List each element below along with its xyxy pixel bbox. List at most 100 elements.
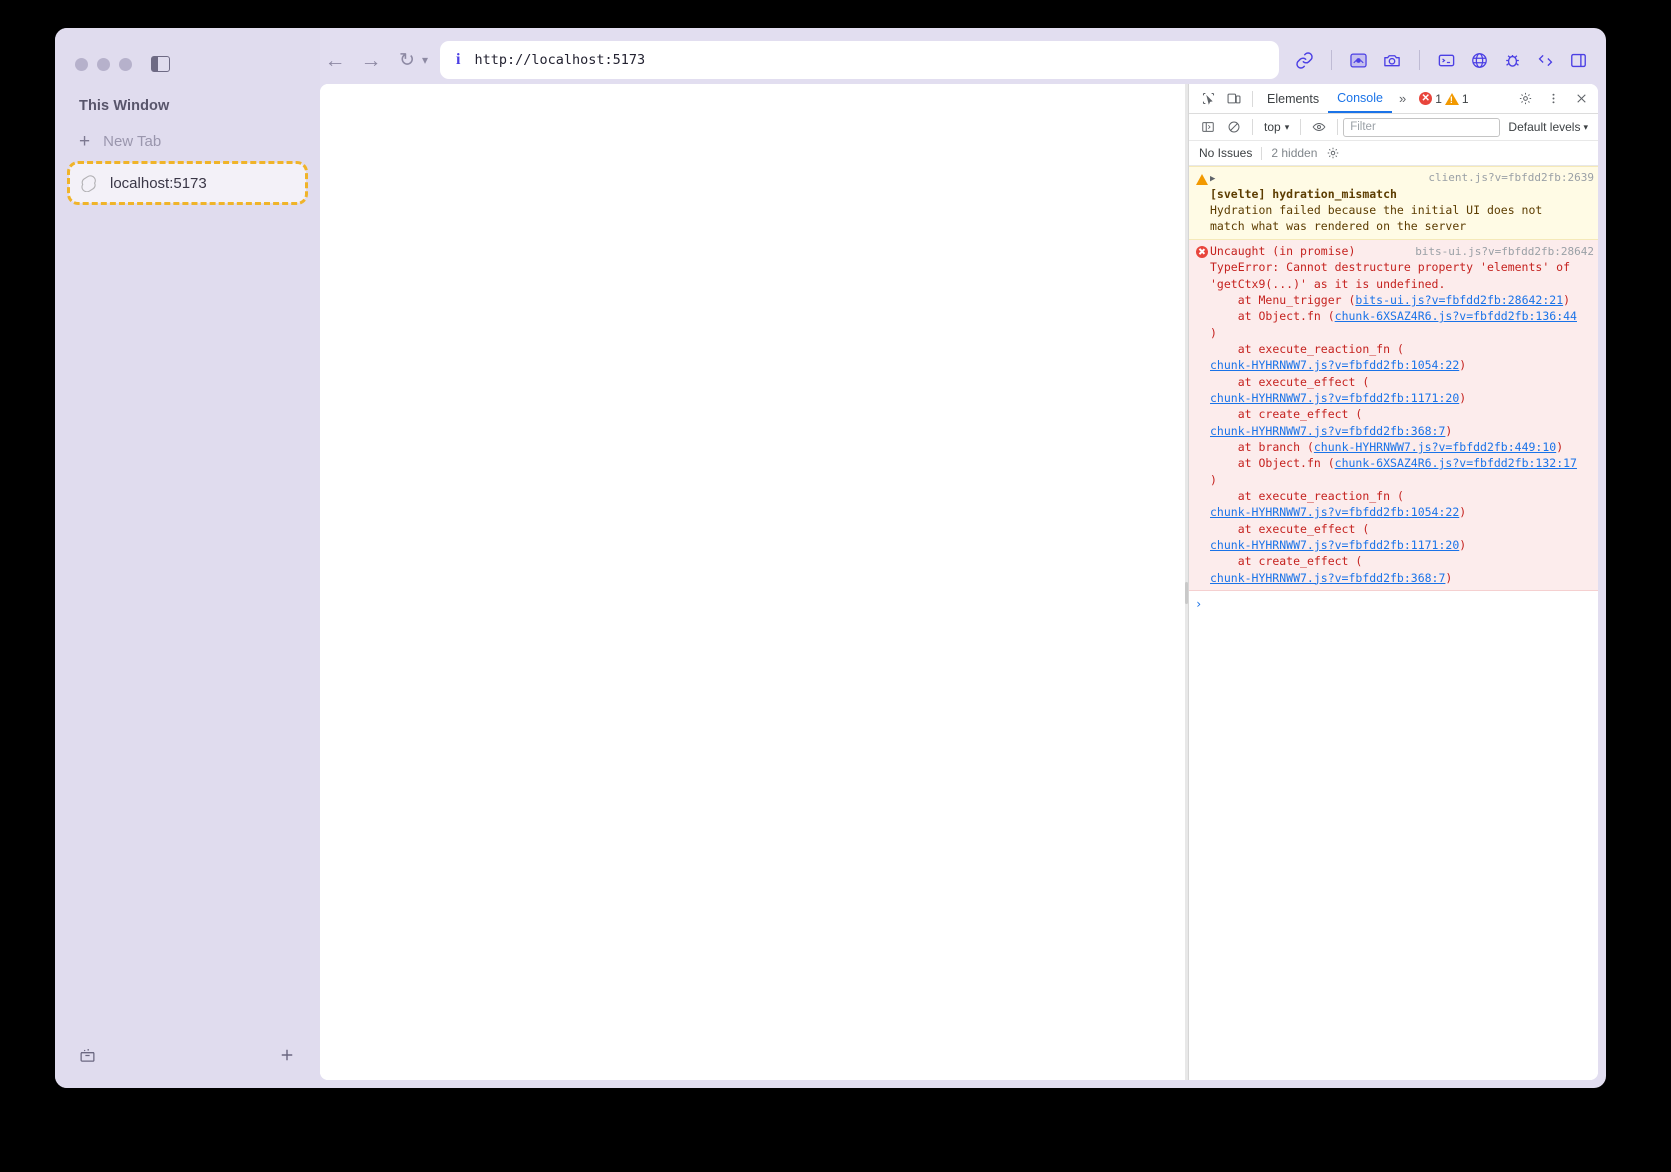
console-settings-icon[interactable]	[1326, 146, 1340, 160]
close-icon[interactable]	[1568, 87, 1594, 111]
divider	[1261, 146, 1263, 160]
back-button[interactable]: ←	[320, 50, 350, 71]
sidebar-toggle-icon[interactable]	[151, 56, 170, 72]
minimize-window-button[interactable]	[97, 57, 110, 71]
tab-title: localhost:5173	[110, 174, 207, 192]
error-header: Uncaught (in promise) bits-ui.js?v=fbfdd…	[1210, 243, 1594, 260]
inspect-element-icon[interactable]	[1195, 87, 1221, 111]
stack-frame-link[interactable]: chunk-HYHRNWW7.js?v=fbfdd2fb:1054:22	[1210, 358, 1459, 372]
url-text: http://localhost:5173	[474, 52, 646, 68]
devtools-tabbar: Elements Console » ✕ 1 1	[1189, 84, 1598, 114]
levels-label: Default levels	[1508, 120, 1581, 134]
gear-icon[interactable]	[1512, 87, 1538, 111]
content-area: Elements Console » ✕ 1 1	[320, 84, 1598, 1080]
screenshot-camera-icon[interactable]	[1382, 51, 1402, 70]
error-count: 1	[1435, 91, 1442, 106]
stack-frame-link[interactable]: chunk-6XSAZ4R6.js?v=fbfdd2fb:132:17	[1335, 456, 1577, 470]
warning-icon	[1444, 92, 1459, 105]
split-view-icon[interactable]	[1536, 51, 1555, 70]
svelte-icon	[81, 174, 96, 192]
chevron-down-icon: ▾	[1284, 121, 1290, 132]
link-icon[interactable]	[1295, 51, 1314, 70]
error-title: Uncaught (in promise)	[1210, 243, 1356, 258]
stack-frame-link[interactable]: chunk-HYHRNWW7.js?v=fbfdd2fb:368:7	[1210, 571, 1445, 585]
new-tab-button[interactable]: + New Tab	[55, 114, 320, 151]
info-icon[interactable]: i	[456, 51, 460, 69]
console-filter-input[interactable]	[1343, 117, 1501, 137]
console-message-warning[interactable]: ▶ client.js?v=fbfdd2fb:2639 [svelte] hyd…	[1189, 166, 1598, 240]
terminal-icon[interactable]	[1437, 51, 1456, 70]
console-prompt[interactable]: ›	[1189, 591, 1598, 618]
divider	[1300, 119, 1302, 135]
devtools-panel: Elements Console » ✕ 1 1	[1188, 84, 1598, 1080]
warning-title: [svelte] hydration_mismatch	[1210, 186, 1397, 201]
hidden-messages-count[interactable]: 2 hidden	[1271, 146, 1317, 160]
issues-bar: No Issues 2 hidden	[1189, 141, 1598, 166]
new-tab-label: New Tab	[103, 133, 162, 150]
warning-count: 1	[1461, 91, 1469, 106]
reload-button[interactable]: ↻	[392, 51, 422, 70]
stack-frame-link[interactable]: chunk-HYHRNWW7.js?v=fbfdd2fb:449:10	[1314, 440, 1556, 454]
issues-status[interactable]: No Issues	[1199, 146, 1252, 160]
extension-icon[interactable]	[1349, 51, 1368, 70]
url-bar[interactable]: i http://localhost:5173	[440, 41, 1279, 79]
maximize-window-button[interactable]	[119, 57, 132, 71]
expand-arrow-icon[interactable]: ▶	[1210, 173, 1219, 186]
globe-icon[interactable]	[1470, 51, 1489, 70]
browser-main-pane: ← → ↻ ▾ i http://localhost:5173 Elements…	[320, 28, 1606, 1088]
context-label: top	[1264, 120, 1281, 134]
divider	[1337, 119, 1339, 135]
stack-frame-link[interactable]: chunk-6XSAZ4R6.js?v=fbfdd2fb:136:44	[1335, 309, 1577, 323]
browser-window: This Window + New Tab localhost:5173 ← →…	[55, 28, 1606, 1088]
page-viewport[interactable]	[320, 84, 1185, 1080]
bug-icon[interactable]	[1503, 51, 1522, 70]
close-window-button[interactable]	[75, 57, 88, 71]
warning-triangle-icon	[1193, 170, 1210, 235]
archive-box-icon[interactable]	[79, 1047, 96, 1064]
stack-frame-link[interactable]: chunk-HYHRNWW7.js?v=fbfdd2fb:1054:22	[1210, 505, 1459, 519]
device-toolbar-icon[interactable]	[1221, 87, 1247, 111]
live-expression-icon[interactable]	[1306, 115, 1332, 139]
error-message: TypeError: Cannot destructure property '…	[1210, 260, 1571, 291]
error-source-link[interactable]: bits-ui.js?v=fbfdd2fb:28642	[1407, 244, 1594, 260]
chevron-down-icon: ▾	[1583, 121, 1588, 132]
chevron-down-icon[interactable]: ▾	[422, 53, 428, 67]
console-message-list[interactable]: ▶ client.js?v=fbfdd2fb:2639 [svelte] hyd…	[1189, 166, 1598, 1080]
issue-counts[interactable]: ✕ 1 1	[1419, 91, 1469, 106]
sidebar-right-icon[interactable]	[1569, 51, 1588, 70]
plus-icon: +	[79, 131, 91, 152]
divider	[1252, 119, 1253, 135]
console-toolbar: top ▾ Default levels ▾	[1189, 114, 1598, 141]
console-message-error[interactable]: Uncaught (in promise) bits-ui.js?v=fbfdd…	[1189, 239, 1598, 591]
devtools-resizer[interactable]	[1185, 84, 1188, 1080]
stack-frame-link[interactable]: chunk-HYHRNWW7.js?v=fbfdd2fb:1171:20	[1210, 391, 1459, 405]
chevron-double-right-icon[interactable]: »	[1392, 91, 1413, 106]
error-content: Uncaught (in promise) bits-ui.js?v=fbfdd…	[1210, 243, 1594, 586]
error-circle-icon	[1193, 243, 1210, 586]
sidebar-footer	[55, 1032, 320, 1088]
log-levels-select[interactable]: Default levels ▾	[1500, 120, 1592, 134]
warning-content: ▶ client.js?v=fbfdd2fb:2639 [svelte] hyd…	[1210, 170, 1594, 235]
forward-button[interactable]: →	[356, 50, 386, 71]
error-icon: ✕	[1419, 92, 1433, 105]
error-stack-trace: at Menu_trigger (bits-ui.js?v=fbfdd2fb:2…	[1210, 293, 1577, 585]
stack-frame-link[interactable]: chunk-HYHRNWW7.js?v=fbfdd2fb:1171:20	[1210, 538, 1459, 552]
tab-elements[interactable]: Elements	[1258, 84, 1328, 113]
execution-context-select[interactable]: top ▾	[1258, 120, 1295, 134]
stack-frame-link[interactable]: chunk-HYHRNWW7.js?v=fbfdd2fb:368:7	[1210, 424, 1445, 438]
stack-frame-link[interactable]: bits-ui.js?v=fbfdd2fb:28642:21	[1355, 293, 1563, 307]
kebab-menu-icon[interactable]	[1540, 87, 1566, 111]
add-new-icon[interactable]	[278, 1046, 296, 1064]
console-sidebar-icon[interactable]	[1195, 115, 1221, 139]
toolbar-divider	[1419, 50, 1420, 70]
devtools-tabbar-right	[1512, 87, 1594, 111]
warning-source-link[interactable]: client.js?v=fbfdd2fb:2639	[1420, 170, 1594, 186]
browser-toolbar: ← → ↻ ▾ i http://localhost:5173	[320, 36, 1598, 84]
tab-console[interactable]: Console	[1328, 84, 1392, 113]
prompt-caret-icon: ›	[1195, 596, 1203, 611]
clear-console-icon[interactable]	[1221, 115, 1247, 139]
divider	[1252, 90, 1253, 107]
sidebar-tab-localhost[interactable]: localhost:5173	[67, 161, 308, 205]
toolbar-actions	[1295, 50, 1592, 70]
warning-body: Hydration failed because the initial UI …	[1210, 203, 1543, 234]
